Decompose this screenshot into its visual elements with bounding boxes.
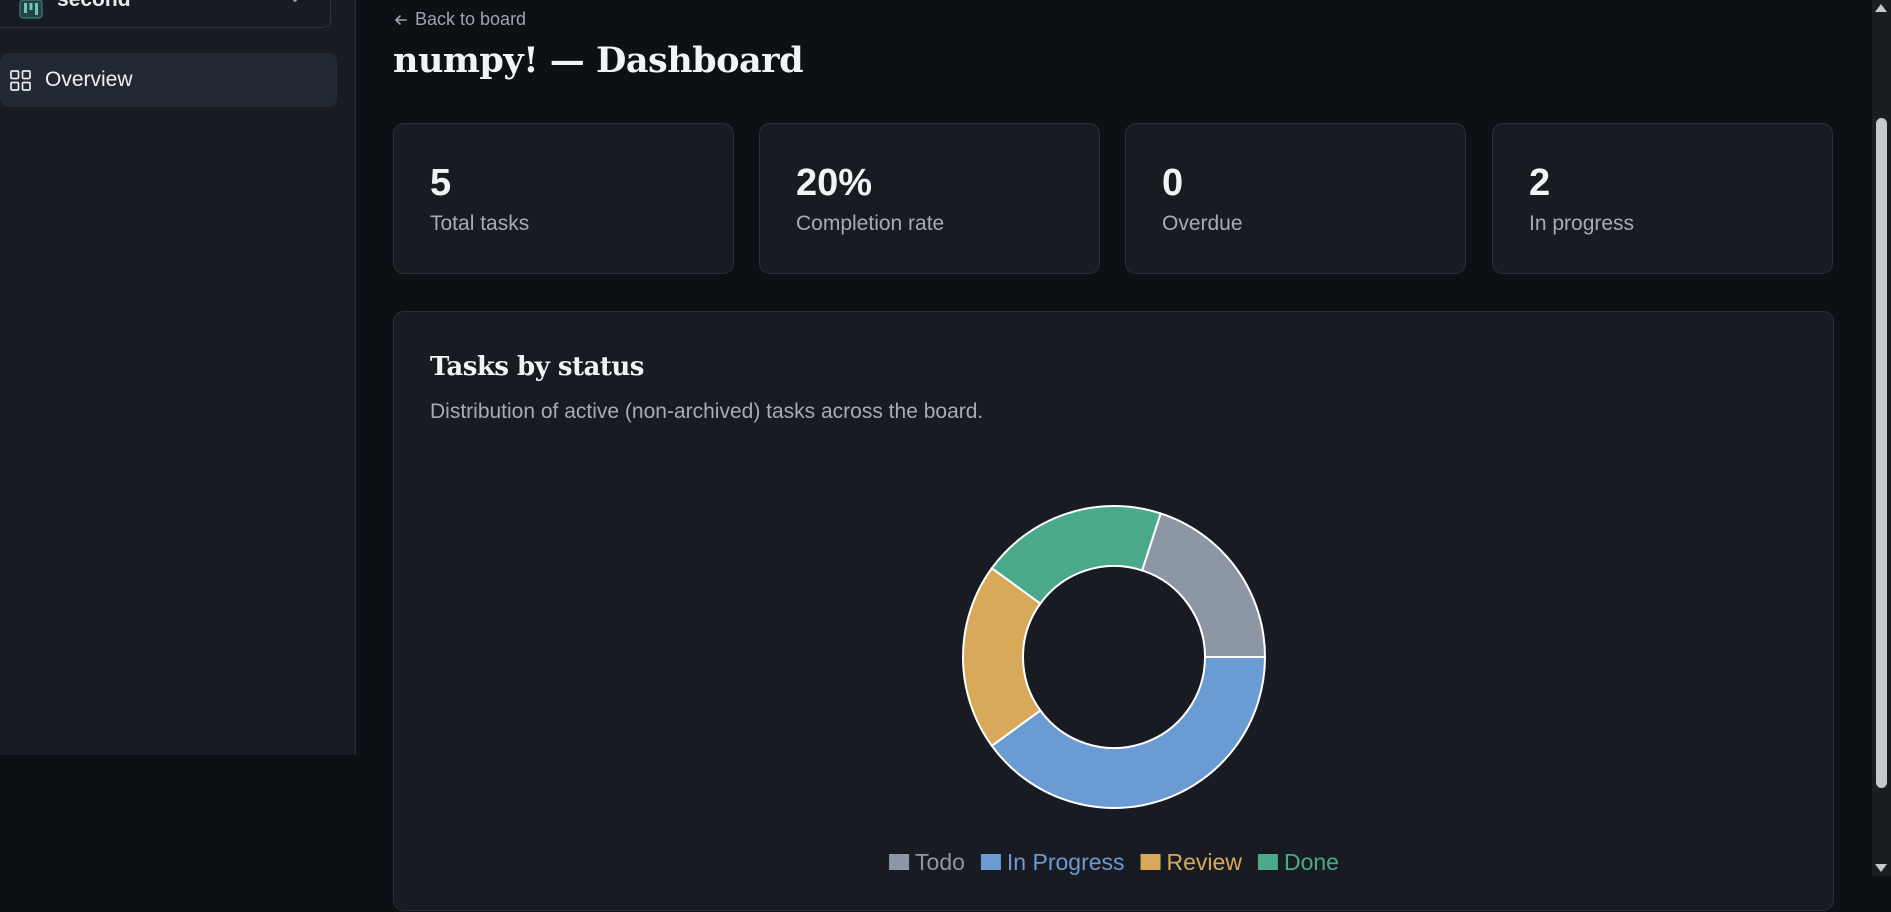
chart-legend: Todo In Progress Review Done — [889, 849, 1339, 875]
scroll-down-icon[interactable] — [1875, 864, 1887, 872]
board-icon — [19, 0, 43, 19]
grid-icon — [10, 70, 31, 91]
donut-chart: Todo In Progress Review Done — [889, 505, 1339, 875]
arrow-left-icon — [395, 14, 407, 25]
back-link-label: Back to board — [415, 9, 527, 29]
stat-card-total-tasks: 5 Total tasks — [393, 123, 734, 274]
scrollbar-thumb[interactable] — [1876, 118, 1887, 788]
legend-swatch — [889, 854, 910, 870]
stat-card-overdue: 0 Overdue — [1125, 123, 1466, 274]
page-title: numpy! — Dashboard — [393, 40, 804, 81]
stat-label: In progress — [1529, 212, 1635, 235]
stat-card-in-progress: 2 In progress — [1492, 123, 1833, 274]
chevron-down-icon — [292, 0, 298, 2]
stat-card-completion-rate: 20% Completion rate — [759, 123, 1100, 274]
sidebar-item-label: Overview — [45, 68, 133, 91]
legend-item-in-progress[interactable]: In Progress — [980, 849, 1125, 875]
stat-label: Overdue — [1162, 212, 1243, 235]
legend-label: Todo — [915, 849, 965, 875]
legend-item-todo[interactable]: Todo — [889, 849, 965, 875]
stat-value: 5 — [430, 162, 452, 204]
legend-swatch — [980, 854, 1001, 870]
legend-label: In Progress — [1007, 849, 1125, 875]
legend-swatch — [1257, 854, 1278, 870]
legend-label: Done — [1284, 849, 1339, 875]
legend-swatch — [1140, 854, 1161, 870]
stat-label: Completion rate — [796, 212, 945, 235]
workspace-name: second — [57, 0, 131, 12]
stat-value: 0 — [1162, 162, 1184, 204]
sidebar-item-overview[interactable]: Overview — [0, 53, 337, 107]
legend-item-done[interactable]: Done — [1257, 849, 1339, 875]
back-to-board-link[interactable]: Back to board — [393, 9, 526, 30]
donut-slice-todo[interactable] — [1140, 512, 1267, 658]
legend-item-review[interactable]: Review — [1140, 849, 1243, 875]
legend-label: Review — [1167, 849, 1243, 875]
donut-slice-in-progress[interactable] — [990, 656, 1267, 809]
tasks-by-status-panel: Tasks by status Distribution of active (… — [393, 311, 1834, 911]
stat-value: 20% — [796, 162, 873, 204]
stat-value: 2 — [1529, 162, 1551, 204]
stat-label: Total tasks — [430, 212, 530, 235]
workspace-selector[interactable]: second — [0, 0, 331, 28]
scroll-up-icon[interactable] — [1875, 4, 1887, 12]
scrollbar[interactable] — [1872, 0, 1891, 876]
sidebar: second Overview — [0, 0, 356, 755]
